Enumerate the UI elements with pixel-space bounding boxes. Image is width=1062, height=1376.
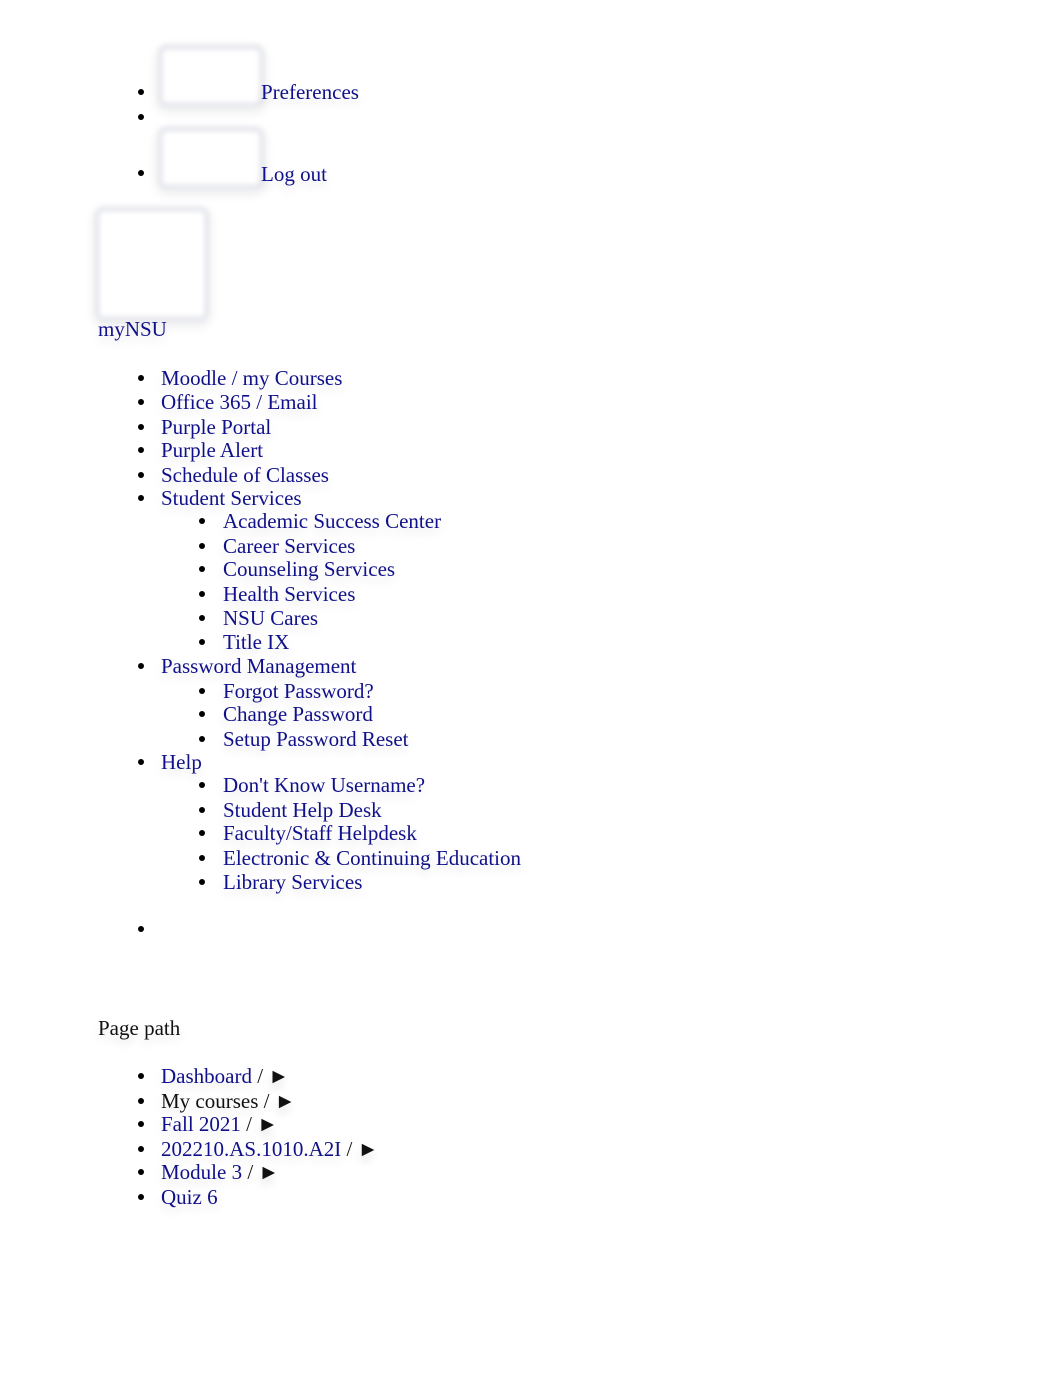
subnav-link-library-services[interactable]: Library Services: [223, 872, 362, 893]
nav-link-purple-portal[interactable]: Purple Portal: [161, 417, 271, 438]
bullet: [138, 399, 144, 405]
subnav-link-student-help-desk[interactable]: Student Help Desk: [223, 800, 382, 821]
breadcrumb-arrow-icon: ►: [274, 1089, 296, 1113]
bullet: [199, 711, 205, 717]
bullet: [138, 472, 144, 478]
subnav-link-electronic-continuing-education[interactable]: Electronic & Continuing Education: [223, 848, 521, 869]
bullet: [199, 855, 205, 861]
bullet: [199, 591, 205, 597]
subnav-link-title-ix[interactable]: Title IX: [223, 632, 289, 653]
nav-link-help[interactable]: Help: [161, 752, 202, 773]
bullet: [199, 688, 205, 694]
breadcrumb-separator: /: [263, 1089, 270, 1113]
logout-link[interactable]: Log out: [261, 164, 327, 185]
bullet: [138, 1169, 144, 1175]
bullet: [199, 736, 205, 742]
bullet: [199, 543, 205, 549]
breadcrumb-separator: /: [246, 1112, 253, 1136]
subnav-link-dont-know-username[interactable]: Don't Know Username?: [223, 775, 425, 796]
subnav-link-counseling[interactable]: Counseling Services: [223, 559, 395, 580]
breadcrumb-link-fall-2021[interactable]: Fall 2021: [161, 1112, 241, 1136]
bullet: [138, 926, 144, 932]
subnav-link-setup-password-reset[interactable]: Setup Password Reset: [223, 729, 409, 750]
bullet: [199, 782, 205, 788]
logout-icon: [157, 126, 265, 190]
breadcrumb-link-module-3[interactable]: Module 3: [161, 1160, 242, 1184]
nav-link-office365[interactable]: Office 365 / Email: [161, 392, 318, 413]
breadcrumb-link-course[interactable]: 202210.AS.1010.A2I: [161, 1137, 341, 1161]
subnav-link-academic-success[interactable]: Academic Success Center: [223, 511, 441, 532]
subnav-link-change-password[interactable]: Change Password: [223, 704, 373, 725]
bullet: [138, 1194, 144, 1200]
bullet: [138, 114, 144, 120]
breadcrumb-arrow-icon: ►: [268, 1064, 290, 1088]
bullet: [199, 879, 205, 885]
breadcrumb-heading: Page path: [98, 1016, 181, 1040]
breadcrumb-separator: /: [257, 1064, 264, 1088]
bullet: [138, 1073, 144, 1079]
bullet: [199, 639, 205, 645]
nav-link-moodle[interactable]: Moodle / my Courses: [161, 368, 342, 389]
breadcrumb-separator: /: [247, 1160, 254, 1184]
bullet: [199, 807, 205, 813]
nav-link-password-management[interactable]: Password Management: [161, 656, 356, 677]
breadcrumb-text-my-courses: My courses: [161, 1089, 259, 1113]
bullet: [199, 830, 205, 836]
bullet: [138, 1121, 144, 1127]
breadcrumb-link-quiz-6[interactable]: Quiz 6: [161, 1185, 218, 1209]
bullet: [199, 566, 205, 572]
bullet: [138, 89, 144, 95]
bullet: [138, 759, 144, 765]
subnav-link-nsu-cares[interactable]: NSU Cares: [223, 608, 318, 629]
bullet: [138, 1146, 144, 1152]
subnav-link-health[interactable]: Health Services: [223, 584, 355, 605]
breadcrumb-arrow-icon: ►: [258, 1160, 280, 1184]
bullet: [199, 615, 205, 621]
bullet: [199, 518, 205, 524]
breadcrumb-arrow-icon: ►: [257, 1112, 279, 1136]
bullet: [138, 424, 144, 430]
nav-link-student-services[interactable]: Student Services: [161, 488, 302, 509]
nav-link-schedule[interactable]: Schedule of Classes: [161, 465, 329, 486]
bullet: [138, 1098, 144, 1104]
bullet: [138, 375, 144, 381]
subnav-link-career-services[interactable]: Career Services: [223, 536, 355, 557]
brand-link[interactable]: myNSU: [98, 319, 167, 340]
bullet: [138, 170, 144, 176]
nav-link-purple-alert[interactable]: Purple Alert: [161, 440, 263, 461]
mynsu-logo-icon: [94, 206, 210, 322]
breadcrumb-separator: /: [346, 1137, 353, 1161]
preferences-link[interactable]: Preferences: [261, 82, 359, 103]
breadcrumb-link-dashboard[interactable]: Dashboard: [161, 1064, 252, 1088]
breadcrumb-arrow-icon: ►: [357, 1137, 379, 1161]
subnav-link-forgot-password[interactable]: Forgot Password?: [223, 681, 374, 702]
bullet: [138, 663, 144, 669]
subnav-link-faculty-staff-helpdesk[interactable]: Faculty/Staff Helpdesk: [223, 823, 417, 844]
bullet: [138, 447, 144, 453]
preferences-icon: [157, 44, 265, 108]
bullet: [138, 495, 144, 501]
